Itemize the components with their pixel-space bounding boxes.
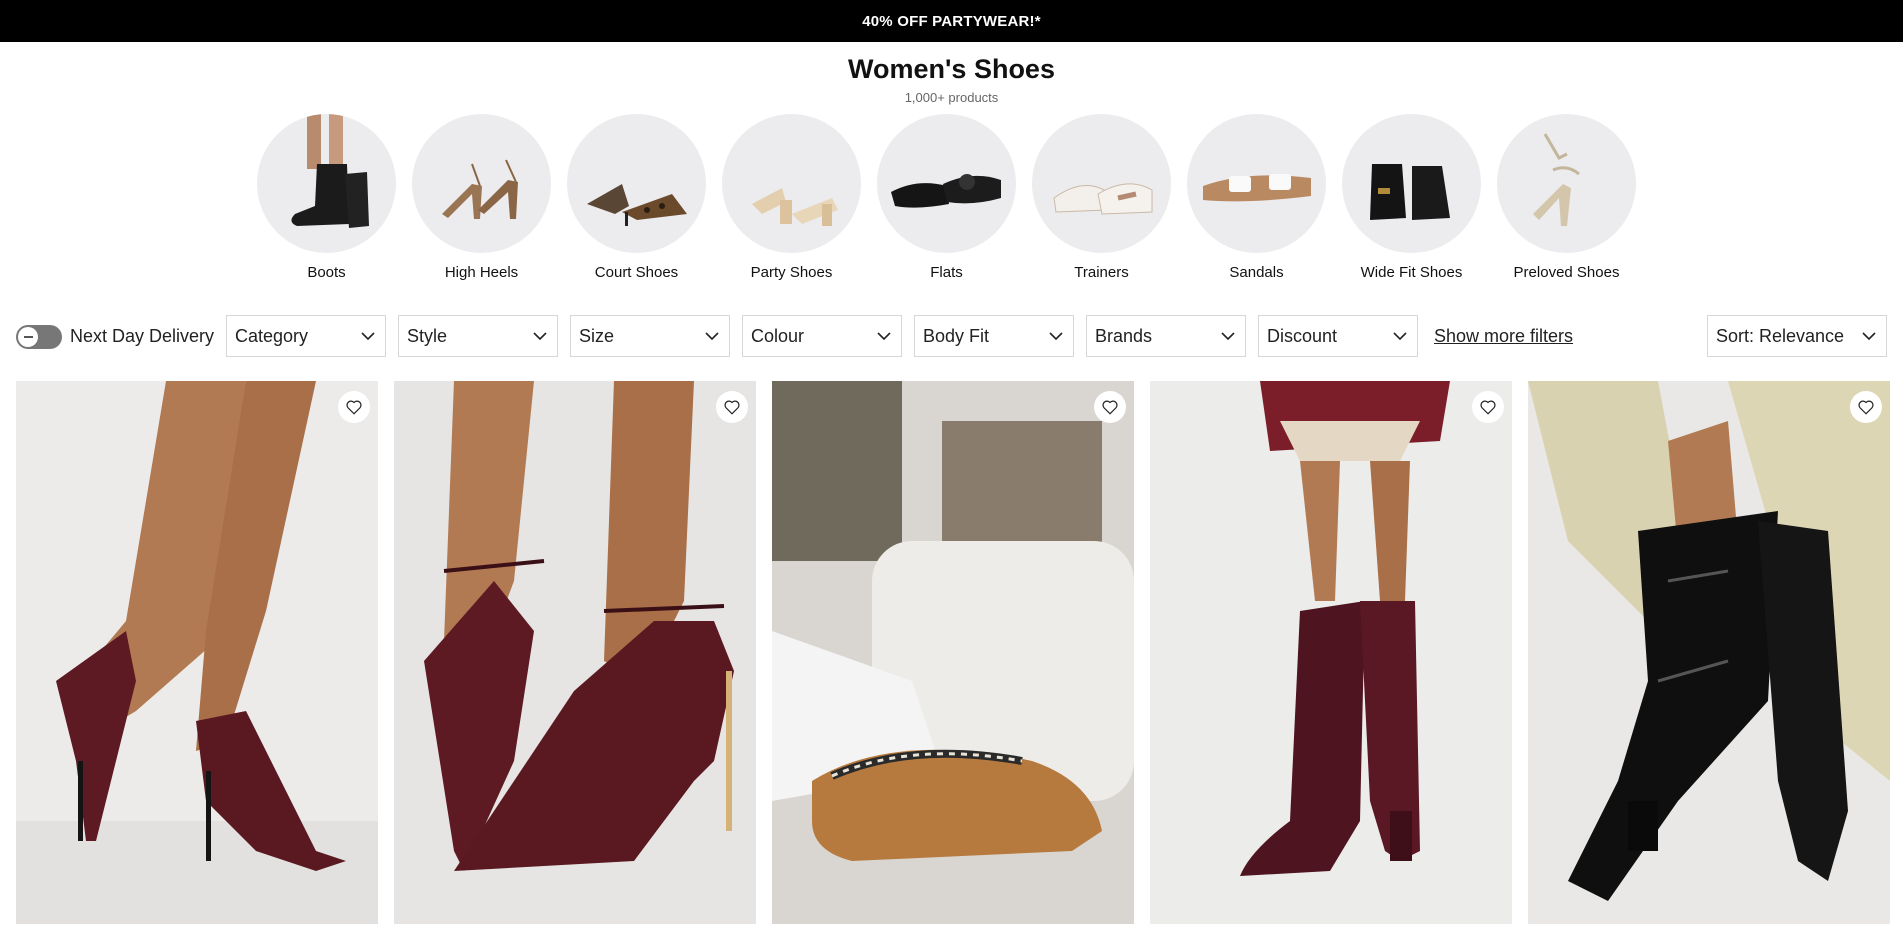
heart-icon [724,400,740,415]
wishlist-button[interactable] [716,391,748,423]
category-label: Preloved Shoes [1513,264,1620,281]
category-party-shoes[interactable]: Party Shoes [722,114,861,281]
chevron-down-icon [1862,332,1876,341]
product-card[interactable] [1150,381,1512,924]
wishlist-button[interactable] [1472,391,1504,423]
style-filter[interactable]: Style [398,315,558,357]
promo-banner[interactable]: 40% OFF PARTYWEAR!* [0,0,1903,42]
sandals-thumbnail [1187,114,1326,253]
chevron-down-icon [877,332,891,341]
wishlist-button[interactable] [1094,391,1126,423]
flats-thumbnail [877,114,1016,253]
trainers-thumbnail [1032,114,1171,253]
wishlist-button[interactable] [338,391,370,423]
boots-thumbnail [257,114,396,253]
product-image-burgundy-slingback-heels [16,381,378,924]
sort-label: Sort: Relevance [1716,325,1845,346]
dropdown-label: Body Fit [923,325,990,346]
category-label: Sandals [1229,264,1284,281]
page-title: Women's Shoes [848,54,1055,84]
category-boots[interactable]: Boots [257,114,396,281]
heart-icon [1858,400,1874,415]
heart-icon [1102,400,1118,415]
product-card[interactable] [1528,381,1890,924]
court-shoes-thumbnail [567,114,706,253]
product-grid [16,381,1890,924]
product-card[interactable] [394,381,756,924]
chevron-down-icon [1221,332,1235,341]
heart-icon [346,400,362,415]
dropdown-label: Colour [751,325,805,346]
category-preloved-shoes[interactable]: Preloved Shoes [1497,114,1636,281]
wishlist-button[interactable] [1850,391,1882,423]
dropdown-label: Brands [1095,325,1153,346]
product-card[interactable] [772,381,1134,924]
dropdown-label: Size [579,325,615,346]
category-trainers[interactable]: Trainers [1032,114,1171,281]
category-label: High Heels [444,264,519,281]
body-fit-filter[interactable]: Body Fit [914,315,1074,357]
dropdown-label: Style [407,325,448,346]
category-sandals[interactable]: Sandals [1187,114,1326,281]
category-filter[interactable]: Category [226,315,386,357]
show-more-filters-link[interactable]: Show more filters [1434,326,1573,347]
category-court-shoes[interactable]: Court Shoes [567,114,706,281]
product-image-tan-suede-slippers [772,381,1134,924]
next-day-delivery-label[interactable]: Next Day Delivery [70,326,214,347]
category-wide-fit-shoes[interactable]: Wide Fit Shoes [1342,114,1481,281]
category-high-heels[interactable]: High Heels [412,114,551,281]
party-shoes-thumbnail [722,114,861,253]
category-label: Flats [930,264,963,281]
category-flats[interactable]: Flats [877,114,1016,281]
discount-filter[interactable]: Discount [1258,315,1418,357]
chevron-down-icon [1049,332,1063,341]
colour-filter[interactable]: Colour [742,315,902,357]
chevron-down-icon [361,332,375,341]
category-label: Party Shoes [750,264,833,281]
size-filter[interactable]: Size [570,315,730,357]
chevron-down-icon [705,332,719,341]
chevron-down-icon [533,332,547,341]
category-carousel: Boots High Heels Court Shoes Party Shoes… [257,114,1636,281]
filter-bar: Next Day Delivery Category Style Size Co… [16,315,1887,357]
product-image-black-patent-knee-boots [1528,381,1890,924]
sort-dropdown[interactable]: Sort: Relevance [1707,315,1887,357]
next-day-delivery-toggle[interactable] [16,325,62,349]
category-label: Boots [307,264,346,281]
category-label: Wide Fit Shoes [1360,264,1463,281]
heart-icon [1480,400,1496,415]
product-image-burgundy-patent-knee-boots [1150,381,1512,924]
chevron-down-icon [1393,332,1407,341]
toggle-knob [18,327,38,347]
category-label: Court Shoes [594,264,679,281]
product-count: 1,000+ products [904,90,999,105]
dropdown-label: Category [235,325,309,346]
preloved-shoes-thumbnail [1497,114,1636,253]
dropdown-label: Discount [1267,325,1338,346]
product-image-burgundy-ankle-strap-heels [394,381,756,924]
wide-fit-shoes-thumbnail [1342,114,1481,253]
promo-text[interactable]: 40% OFF PARTYWEAR!* [862,13,1041,30]
category-label: Trainers [1074,264,1129,281]
product-card[interactable] [16,381,378,924]
high-heels-thumbnail [412,114,551,253]
brands-filter[interactable]: Brands [1086,315,1246,357]
